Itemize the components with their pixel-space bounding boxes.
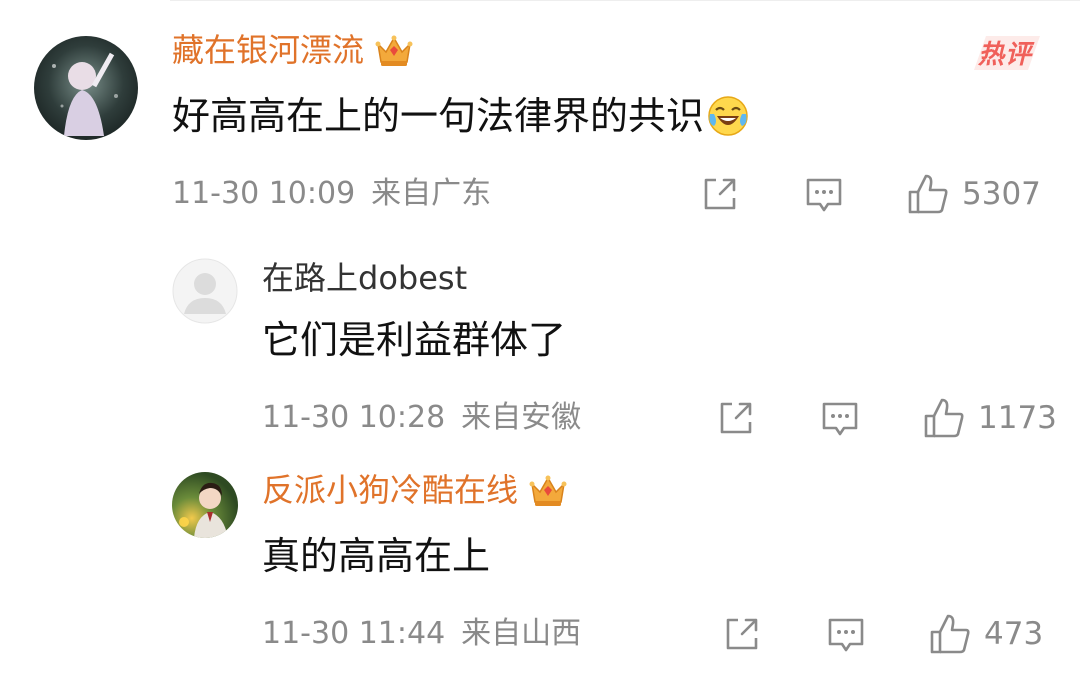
comment-location: 来自安徽 [461,400,582,435]
thumbs-up-icon [908,174,948,214]
comment-text-content: 它们是利益群体了 [262,318,567,362]
reply-button[interactable] [826,616,866,654]
comment-text-content: 好高高在上的一句法律界的共识 [172,94,705,138]
reply-button[interactable] [820,400,860,438]
share-icon [726,618,758,650]
share-button[interactable] [716,398,756,438]
reply-button[interactable] [804,176,844,214]
comment-meta: 11-30 11:44 来自山西 [262,616,581,652]
comment-icon [806,178,842,212]
username[interactable]: 在路上dobest [262,258,467,298]
comment-time: 11-30 10:28 [262,400,446,435]
comment-icon [828,618,864,652]
like-button[interactable]: 5307 [906,172,1041,216]
comment-time: 11-30 10:09 [172,176,356,211]
comment-location: 来自山西 [461,616,582,651]
like-button[interactable]: 1173 [922,396,1057,440]
comment-item: 藏在银河漂流 好高高在上的一句法律界的共识 11-30 10:09 来自广东 5… [0,0,1080,240]
like-count: 1173 [978,400,1057,436]
comment-item: 在路上dobest 它们是利益群体了 11-30 10:28 来自安徽 1173 [0,240,1080,460]
comment-text: 真的高高在上 [262,532,490,580]
like-count: 5307 [962,176,1041,212]
vip-crown-icon [374,32,414,68]
thumbs-up-icon [924,398,964,438]
username[interactable]: 反派小狗冷酷在线 [262,470,568,510]
thumbs-up-icon [930,614,970,654]
avatar[interactable] [172,258,238,324]
comment-meta: 11-30 10:09 来自广东 [172,176,491,212]
share-button[interactable] [722,614,762,654]
comments-page: 热评 藏在银河漂流 好高高在上的一句法律界的共识 11-30 10:09 来自广… [0,0,1080,682]
username[interactable]: 藏在银河漂流 [172,30,414,70]
comment-location: 来自广东 [371,176,492,211]
comment-text: 它们是利益群体了 [262,316,566,364]
share-icon [720,402,752,434]
laugh-cry-icon [706,94,750,138]
comment-item: 反派小狗冷酷在线 真的高高在上 11-30 11:44 来自山西 473 [0,460,1080,682]
avatar[interactable] [34,36,138,140]
username-text: 反派小狗冷酷在线 [262,471,519,509]
comment-text: 好高高在上的一句法律界的共识 [172,92,750,140]
like-count: 473 [984,616,1044,652]
comment-meta: 11-30 10:28 来自安徽 [262,400,581,436]
username-text: 在路上dobest [262,259,468,297]
vip-crown-icon [528,472,568,508]
avatar[interactable] [172,472,238,538]
comment-time: 11-30 11:44 [262,616,446,651]
comment-icon [822,402,858,436]
share-icon [704,178,736,210]
share-button[interactable] [700,174,740,214]
username-text: 藏在银河漂流 [172,31,365,69]
like-button[interactable]: 473 [928,612,1043,656]
comment-text-content: 真的高高在上 [262,534,491,578]
